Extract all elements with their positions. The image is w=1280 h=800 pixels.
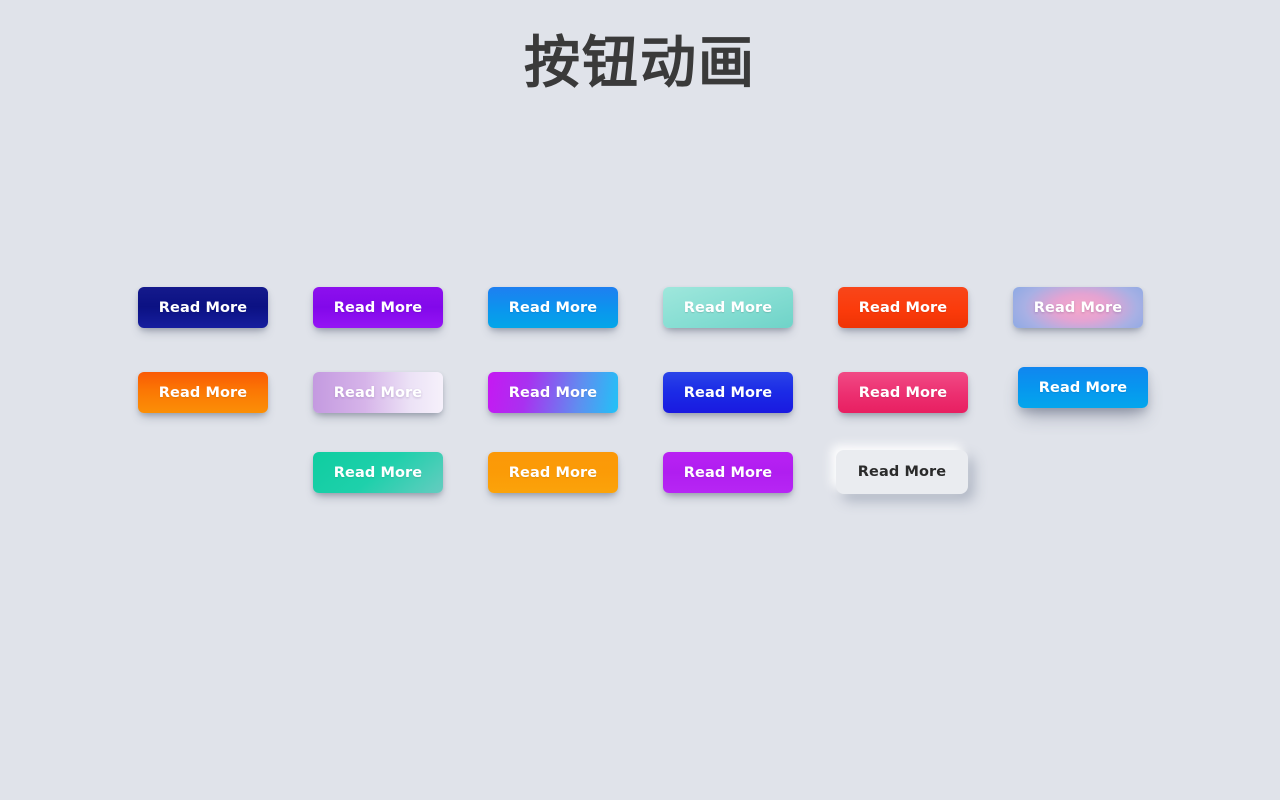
btn-navy[interactable]: Read More <box>138 287 268 328</box>
btn-radial[interactable]: Read More <box>1013 287 1143 328</box>
btn-blue-hover[interactable]: Read More <box>1018 367 1148 408</box>
btn-royal[interactable]: Read More <box>663 372 793 413</box>
btn-mint[interactable]: Read More <box>663 287 793 328</box>
btn-pink[interactable]: Read More <box>838 372 968 413</box>
btn-violet[interactable]: Read More <box>313 287 443 328</box>
btn-skyblue[interactable]: Read More <box>488 287 618 328</box>
btn-lilac[interactable]: Read More <box>313 372 443 413</box>
btn-orange-deep[interactable]: Read More <box>138 372 268 413</box>
btn-red[interactable]: Read More <box>838 287 968 328</box>
btn-magenta-cyan[interactable]: Read More <box>488 372 618 413</box>
button-grid: Read More Read More Read More Read More Read… <box>0 126 1280 494</box>
page-title: 按钮动画 <box>524 31 756 96</box>
btn-purple[interactable]: Read More <box>663 452 793 493</box>
btn-amber[interactable]: Read More <box>488 452 618 493</box>
btn-teal[interactable]: Read More <box>313 452 443 493</box>
btn-neumorph[interactable]: Read More <box>836 450 968 494</box>
